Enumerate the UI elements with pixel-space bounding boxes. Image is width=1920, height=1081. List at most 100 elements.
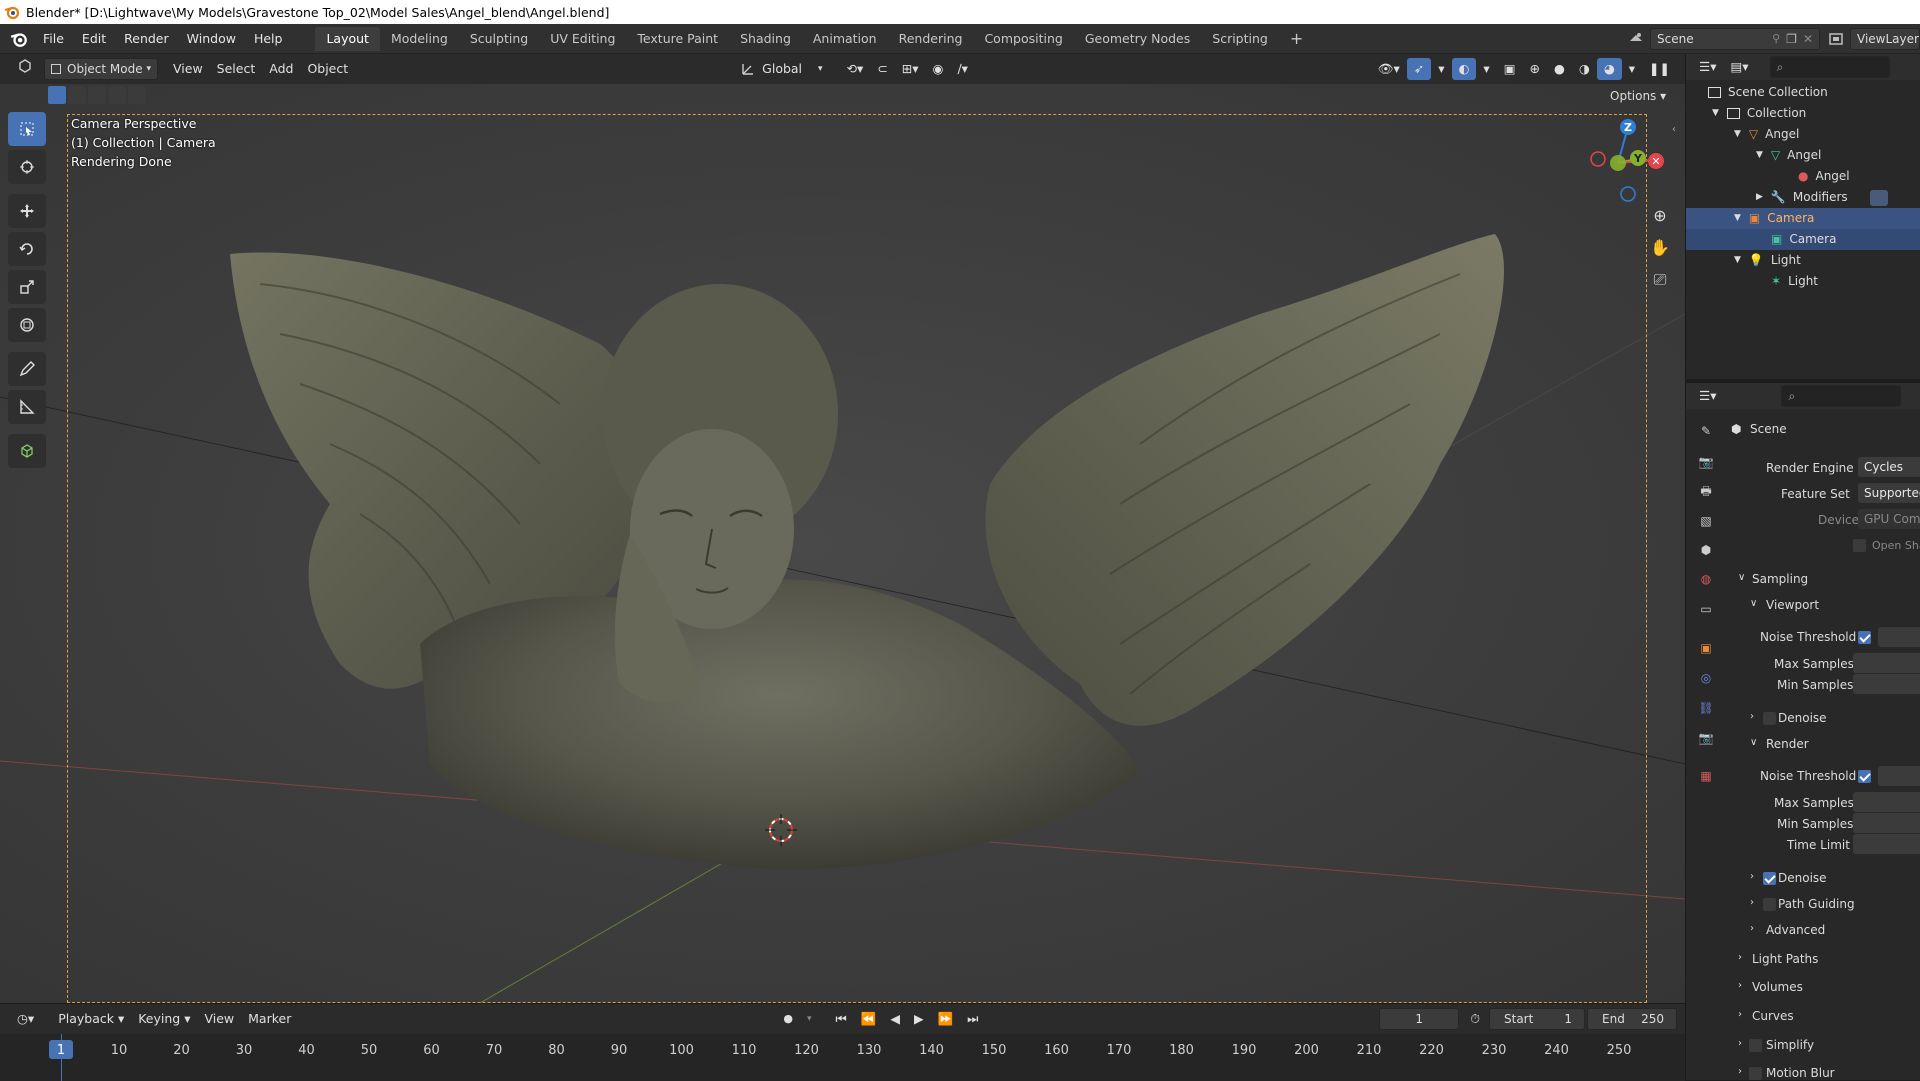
- outliner-item-modifiers[interactable]: ▶ 🔧 Modifiers: [1756, 187, 1888, 208]
- render-noise-threshold-field[interactable]: [1878, 766, 1920, 786]
- device-dropdown[interactable]: GPU Compute: [1858, 509, 1920, 529]
- render-denoise-checkbox[interactable]: [1763, 872, 1776, 885]
- add-workspace-button[interactable]: +: [1279, 27, 1314, 51]
- pin-icon[interactable]: ⚲: [1772, 32, 1780, 45]
- sidebar-toggle-icon[interactable]: ‹: [1672, 124, 1676, 135]
- render-max-samples-field[interactable]: [1853, 792, 1920, 812]
- play-icon[interactable]: ▶: [907, 1008, 931, 1030]
- chevron-down-icon[interactable]: ∨: [1750, 598, 1757, 609]
- current-frame-field[interactable]: 1: [1379, 1008, 1460, 1030]
- play-reverse-icon[interactable]: ◀: [883, 1008, 907, 1030]
- prev-keyframe-icon[interactable]: ⏪: [854, 1008, 884, 1030]
- annotate-tool[interactable]: [8, 352, 46, 386]
- sampling-section-header[interactable]: Sampling: [1752, 572, 1808, 586]
- menu-add[interactable]: Add: [262, 58, 300, 80]
- snap-target-icon[interactable]: ⊞▾: [895, 58, 926, 80]
- world-tab-icon[interactable]: ◍: [1694, 567, 1718, 591]
- outliner-item-angel-mesh[interactable]: ▼ ▽ Angel: [1756, 145, 1821, 166]
- path-guiding-checkbox[interactable]: [1763, 898, 1776, 911]
- tab-rendering[interactable]: Rendering: [888, 27, 974, 51]
- menu-file[interactable]: File: [34, 28, 73, 50]
- volumes-section-header[interactable]: Volumes: [1752, 980, 1803, 994]
- chevron-right-icon[interactable]: ›: [1738, 980, 1742, 991]
- viewport-noise-threshold-checkbox[interactable]: [1858, 631, 1871, 644]
- material-shading-icon[interactable]: ◑: [1572, 58, 1597, 80]
- outliner-item-angel-material[interactable]: ● Angel: [1798, 166, 1850, 187]
- tab-texture-paint[interactable]: Texture Paint: [626, 27, 729, 51]
- tab-sculpting[interactable]: Sculpting: [459, 27, 539, 51]
- tab-modeling[interactable]: Modeling: [380, 27, 459, 51]
- pan-hand-icon[interactable]: ✋: [1648, 238, 1672, 262]
- object-data-tab-icon[interactable]: 📷: [1694, 726, 1718, 750]
- render-min-samples-field[interactable]: [1853, 813, 1920, 833]
- add-cube-tool[interactable]: [8, 434, 46, 468]
- motion-blur-checkbox[interactable]: [1749, 1067, 1762, 1080]
- viewport-denoise-checkbox[interactable]: [1763, 712, 1776, 725]
- gizmo-dropdown-icon[interactable]: ▾: [1431, 58, 1451, 80]
- curves-section-header[interactable]: Curves: [1752, 1009, 1794, 1023]
- chevron-down-icon[interactable]: ∨: [1738, 572, 1745, 583]
- proportional-edit-icon[interactable]: ◉: [926, 58, 951, 80]
- simplify-section-header[interactable]: Simplify: [1766, 1038, 1814, 1052]
- rendered-shading-icon[interactable]: ◕: [1596, 58, 1622, 80]
- menu-select[interactable]: Select: [210, 58, 263, 80]
- time-limit-field[interactable]: [1853, 834, 1920, 854]
- outliner-item-light-object[interactable]: ▼ 💡 Light: [1734, 250, 1801, 271]
- editor-type-menu[interactable]: [10, 58, 40, 80]
- collection-tab-icon[interactable]: ▭: [1694, 597, 1718, 621]
- outliner-item-camera-object[interactable]: ▼ ▣ Camera: [1686, 208, 1920, 229]
- solid-shading-icon[interactable]: ●: [1547, 58, 1572, 80]
- stopwatch-icon[interactable]: ⏱: [1463, 1008, 1487, 1030]
- output-tab-icon[interactable]: 🖶: [1694, 480, 1718, 504]
- keying-menu[interactable]: Keying ▾: [131, 1008, 197, 1030]
- viewport-noise-threshold-field[interactable]: [1878, 627, 1920, 647]
- chevron-down-icon[interactable]: ∨: [1750, 737, 1757, 748]
- motion-blur-section-header[interactable]: Motion Blur: [1766, 1066, 1835, 1080]
- timeline-view-menu[interactable]: View: [197, 1008, 241, 1030]
- measure-tool[interactable]: [8, 390, 46, 424]
- menu-edit[interactable]: Edit: [73, 28, 115, 50]
- scene-tab-icon[interactable]: ⬢: [1694, 538, 1718, 562]
- menu-object[interactable]: Object: [300, 58, 355, 80]
- viewport-subsection-header[interactable]: Viewport: [1766, 598, 1819, 612]
- menu-render[interactable]: Render: [115, 28, 178, 50]
- chevron-right-icon[interactable]: ›: [1738, 1066, 1742, 1077]
- outliner-item-camera-data[interactable]: ▣ Camera: [1686, 229, 1920, 250]
- chevron-right-icon[interactable]: ›: [1750, 923, 1754, 934]
- xray-icon[interactable]: ▣: [1497, 58, 1523, 80]
- record-options-icon[interactable]: ▾: [800, 1008, 819, 1030]
- visibility-icon[interactable]: 👁▾: [1371, 58, 1407, 80]
- gizmo-toggle-icon[interactable]: ➶: [1406, 58, 1432, 80]
- view-layer-tab-icon[interactable]: ▧: [1694, 509, 1718, 533]
- physics-tab-icon[interactable]: ◎: [1694, 666, 1718, 690]
- chevron-right-icon[interactable]: ›: [1750, 897, 1754, 908]
- properties-search-input[interactable]: ⌕: [1781, 385, 1902, 407]
- select-subtract-icon[interactable]: [88, 86, 106, 104]
- select-intersect-icon[interactable]: [128, 86, 146, 104]
- render-tab-icon[interactable]: 📷: [1694, 450, 1718, 474]
- properties-editor-type-icon[interactable]: ☰▾: [1692, 385, 1723, 407]
- outliner-item-collection[interactable]: ▼ Collection: [1712, 103, 1806, 124]
- start-frame-field[interactable]: Start 1: [1489, 1008, 1585, 1030]
- outliner-item-light-data[interactable]: ✶ Light: [1771, 271, 1818, 292]
- tab-geometry-nodes[interactable]: Geometry Nodes: [1074, 27, 1201, 51]
- outliner-item-scene-collection[interactable]: Scene Collection: [1708, 82, 1828, 103]
- chevron-right-icon[interactable]: ›: [1750, 871, 1754, 882]
- overlays-dropdown-icon[interactable]: ▾: [1476, 58, 1496, 80]
- select-box-tool[interactable]: [8, 112, 46, 146]
- end-frame-field[interactable]: End 250: [1587, 1008, 1677, 1030]
- display-mode-icon[interactable]: ▤▾: [1723, 56, 1755, 78]
- outliner-editor-type-icon[interactable]: ☰▾: [1692, 56, 1723, 78]
- chevron-right-icon[interactable]: ›: [1738, 1038, 1742, 1049]
- render-engine-dropdown[interactable]: Cycles: [1858, 457, 1920, 477]
- menu-window[interactable]: Window: [178, 28, 245, 50]
- tab-uv-editing[interactable]: UV Editing: [539, 27, 626, 51]
- render-subsection-header[interactable]: Render: [1766, 737, 1809, 751]
- close-icon[interactable]: ✕: [1803, 32, 1813, 46]
- viewport-max-samples-field[interactable]: [1853, 653, 1920, 673]
- playback-menu[interactable]: Playback ▾: [51, 1008, 131, 1030]
- jump-start-icon[interactable]: ⏮: [829, 1008, 854, 1030]
- constraints-tab-icon[interactable]: ⛓: [1694, 696, 1718, 720]
- zoom-icon[interactable]: ⊕: [1648, 206, 1672, 230]
- simplify-checkbox[interactable]: [1749, 1039, 1762, 1052]
